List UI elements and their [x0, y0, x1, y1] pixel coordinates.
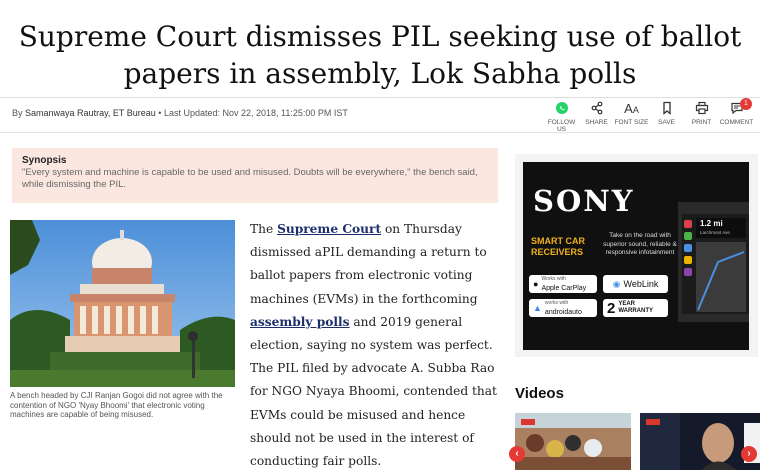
follow-us-label: FOLLOW US: [547, 119, 576, 133]
header-divider: [0, 97, 760, 98]
byline: By Samanwaya Rautray, ET Bureau • Last U…: [12, 108, 348, 118]
screen-street: Larchmont Ave: [700, 230, 730, 235]
image-caption: A bench headed by CJI Ranjan Gogoi did n…: [10, 391, 223, 419]
chevron-left-icon: ‹: [515, 448, 519, 459]
apple-carplay-text: Apple CarPlay: [541, 285, 587, 292]
font-size-icon: AA: [624, 101, 639, 116]
weblink-text: WebLink: [623, 278, 659, 289]
share-label: SHARE: [585, 119, 608, 126]
headline-line-2: papers in assembly, Lok Sabha polls: [123, 57, 637, 90]
ad-headline: SMART CAR RECEIVERS: [531, 236, 585, 257]
video-thumbnail-1[interactable]: [515, 413, 631, 470]
weblink-badge: ◉ WebLink: [603, 275, 668, 293]
headline-line-1: Supreme Court dismisses PIL seeking use …: [18, 20, 742, 53]
whatsapp-icon: [544, 101, 579, 117]
android-small-text: works with: [544, 300, 569, 306]
videos-prev-button[interactable]: ‹: [509, 446, 525, 462]
assembly-polls-link[interactable]: assembly polls: [250, 315, 350, 329]
font-size-button[interactable]: AA FONT SIZE: [614, 101, 649, 133]
weblink-icon: ◉: [612, 278, 621, 289]
warranty-badge: 2 YEAR WARRANTY: [603, 299, 668, 317]
comment-count-badge: 1: [740, 98, 752, 110]
byline-separator: •: [158, 108, 162, 118]
article-body: The Supreme Court on Thursday dismissed …: [250, 218, 500, 473]
article-image: [10, 220, 235, 387]
save-button[interactable]: SAVE: [649, 101, 684, 133]
android-auto-text: androidauto: [544, 309, 582, 316]
byline-prefix: By: [12, 108, 23, 118]
print-icon: [684, 101, 719, 117]
video-thumbnail-2[interactable]: [640, 413, 760, 470]
article-headline: Supreme Court dismisses PIL seeking use …: [0, 0, 760, 96]
bookmark-icon: [649, 101, 684, 117]
article-actions: FOLLOW US SHARE AA FONT SIZE SAVE PRINT …: [544, 98, 754, 133]
share-icon: [579, 101, 614, 117]
supreme-court-link[interactable]: Supreme Court: [277, 222, 381, 236]
apple-icon: ●: [533, 278, 539, 289]
car-screen-image: 1.2 mi Larchmont Ave: [678, 202, 749, 322]
ad-container: SONY SMART CAR RECEIVERS Take on the roa…: [515, 154, 758, 357]
warranty-text: YEAR WARRANTY: [618, 301, 654, 314]
comment-button[interactable]: 1 COMMENT: [719, 98, 754, 133]
print-label: PRINT: [691, 119, 712, 126]
videos-heading: Videos: [515, 385, 564, 402]
synopsis-text: "Every system and machine is capable to …: [22, 167, 478, 190]
synopsis-box: Synopsis "Every system and machine is ca…: [12, 148, 498, 203]
comment-label: COMMENT: [719, 119, 754, 126]
ad-tagline: Take on the road with superior sound, re…: [603, 232, 677, 256]
print-button[interactable]: PRINT: [684, 101, 719, 133]
android-auto-badge: ▲ works with androidauto: [529, 299, 597, 317]
chevron-right-icon: ›: [747, 448, 751, 459]
article-text-1: The: [250, 222, 278, 236]
warranty-number: 2: [607, 299, 616, 317]
toolbar-divider: [0, 132, 760, 133]
android-auto-icon: ▲: [533, 302, 542, 313]
videos-next-button[interactable]: ›: [741, 446, 757, 462]
sony-ad[interactable]: SONY SMART CAR RECEIVERS Take on the roa…: [523, 162, 749, 350]
ad-brand: SONY: [533, 184, 635, 218]
apple-carplay-badge: ● Works with Apple CarPlay: [529, 275, 597, 293]
synopsis-title: Synopsis: [22, 155, 67, 166]
byline-author[interactable]: Samanwaya Rautray, ET Bureau: [25, 108, 156, 118]
share-button[interactable]: SHARE: [579, 101, 614, 133]
follow-us-button[interactable]: FOLLOW US: [544, 101, 579, 133]
save-label: SAVE: [658, 119, 675, 126]
font-size-label: FONT SIZE: [614, 119, 649, 126]
screen-distance: 1.2 mi: [700, 219, 723, 228]
article-text-3: and 2019 general election, saying no sys…: [250, 314, 497, 469]
byline-updated: Last Updated: Nov 22, 2018, 11:25:00 PM …: [163, 108, 348, 118]
apple-small-text: Works with: [541, 276, 566, 282]
